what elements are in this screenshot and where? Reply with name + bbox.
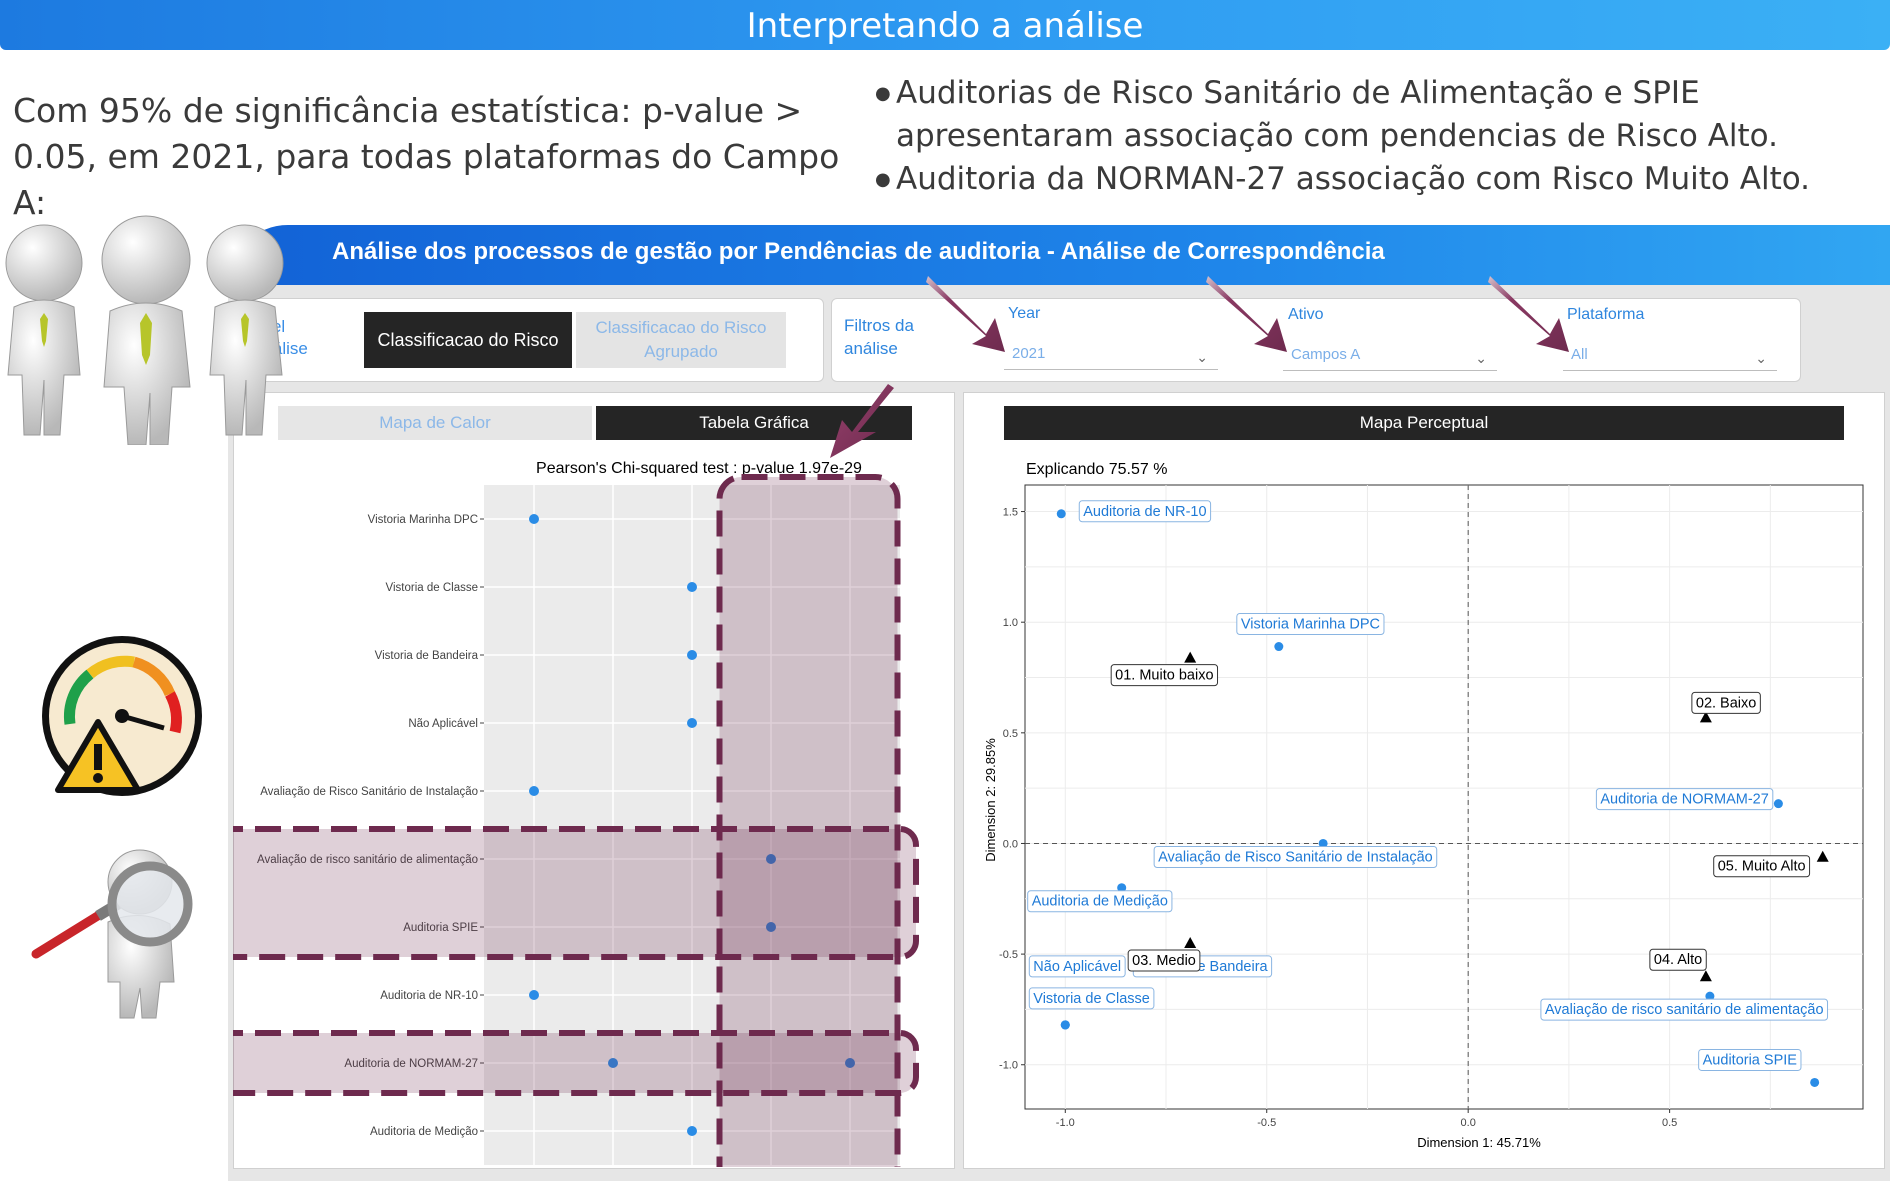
y-tick-label: -0.5	[999, 949, 1018, 961]
row-point	[1274, 642, 1284, 652]
row-point-label: Auditoria de NORMAM-27	[1600, 792, 1768, 808]
magnifier-person-illustration	[31, 849, 193, 1019]
highlight-row-box	[233, 826, 919, 960]
column-point-label: 05. Muito Alto	[1718, 859, 1806, 875]
platform-filter-label: Plataforma	[1567, 306, 1645, 323]
significance-text: Com 95% de significância estatística: p-…	[13, 91, 840, 222]
data-point	[529, 514, 539, 524]
year-filter-label: Year	[1008, 305, 1041, 322]
chevron-down-icon: ⌄	[1196, 349, 1208, 365]
platform-select-value: All	[1571, 346, 1588, 363]
row-point-label: Vistoria Marinha DPC	[1241, 617, 1380, 633]
tab-heatmap[interactable]: Mapa de Calor	[278, 406, 592, 440]
x-axis-label: Dimension 1: 45.71%	[1417, 1135, 1541, 1150]
year-select[interactable]: 2021 ⌄	[1004, 338, 1218, 370]
dashboard-title: Análise dos processos de gestão por Pend…	[332, 238, 1385, 265]
data-point	[687, 718, 697, 728]
conclusion-item: Auditorias de Risco Sanitário de Aliment…	[870, 72, 1880, 158]
top-banner: Interpretando a análise	[0, 0, 1890, 50]
x-tick-label: -0.5	[1257, 1117, 1276, 1129]
year-select-value: 2021	[1012, 345, 1046, 362]
x-tick-label: 0.0	[1461, 1117, 1476, 1129]
row-point-label: Avaliação de risco sanitário de alimenta…	[1545, 1002, 1824, 1018]
row-point	[1060, 1020, 1070, 1030]
platform-select[interactable]: All ⌄	[1563, 339, 1777, 371]
y-tick-label: Vistoria de Bandeira	[375, 650, 479, 662]
chevron-down-icon: ⌄	[1475, 350, 1487, 366]
highlight-row-box	[233, 1030, 919, 1096]
asset-filter-label: Ativo	[1288, 306, 1324, 323]
row-point-label: Avaliação de Risco Sanitário de Instalaç…	[1158, 849, 1433, 865]
perceptual-map-title: Mapa Perceptual	[1004, 406, 1844, 440]
conclusion-item: Auditoria da NORMAN-27 associação com Ri…	[870, 158, 1880, 201]
column-point-label: 03. Medio	[1132, 953, 1196, 969]
row-point-label: Não Aplicável	[1033, 959, 1121, 975]
perceptual-map-chart: Explicando 75.57 % -1.0 -0.5 0.0 0.5 -1.0 -0.…	[983, 461, 1864, 1150]
column-point-label: 01. Muito baixo	[1115, 668, 1213, 684]
row-point	[1056, 509, 1066, 519]
risk-grouped-button[interactable]: Classificacao do Risco Agrupado	[576, 312, 786, 368]
y-tick-label: 1.0	[1003, 617, 1018, 629]
x-tick-label: 0.5	[1662, 1117, 1677, 1129]
row-point-label: Vistoria de Classe	[1033, 991, 1150, 1007]
data-point	[687, 582, 697, 592]
data-point	[529, 786, 539, 796]
dot-chart: Pearson's Chi-squared test : p-value 1.9…	[233, 460, 919, 1167]
row-point	[1773, 799, 1783, 809]
dot-chart-title: Pearson's Chi-squared test : p-value 1.9…	[536, 460, 862, 477]
dashboard-header: Análise dos processos de gestão por Pend…	[228, 225, 1890, 285]
column-point-label: 04. Alto	[1654, 952, 1702, 968]
data-point	[529, 990, 539, 1000]
banner-title: Interpretando a análise	[746, 6, 1144, 46]
y-tick-label: Vistoria de Classe	[386, 582, 478, 594]
y-tick-label: 0.5	[1003, 728, 1018, 740]
y-tick-label: Auditoria de NR-10	[380, 990, 478, 1002]
y-tick-label: Vistoria Marinha DPC	[368, 514, 478, 526]
column-point-label: 02. Baixo	[1696, 695, 1756, 711]
conclusion-list: Auditorias de Risco Sanitário de Aliment…	[870, 72, 1880, 201]
y-axis-label: Dimension 2: 29.85%	[983, 738, 998, 862]
tab-graphic-table[interactable]: Tabela Gráfica	[596, 406, 912, 440]
asset-select[interactable]: Campos A ⌄	[1283, 339, 1497, 371]
y-tick-label: 1.5	[1003, 507, 1018, 519]
y-tick-label: -1.0	[999, 1060, 1018, 1072]
chevron-down-icon: ⌄	[1755, 350, 1767, 366]
y-tick-label: Não Aplicável	[408, 718, 478, 730]
row-point-label: Auditoria de Medição	[1032, 894, 1168, 910]
row-point	[1810, 1077, 1820, 1087]
thinking-people-illustration	[5, 215, 284, 445]
data-point	[687, 650, 697, 660]
y-tick-label: Auditoria de Medição	[370, 1126, 478, 1138]
row-point-label: Auditoria SPIE	[1703, 1052, 1798, 1068]
filters-label: Filtros da análise	[844, 316, 914, 358]
asset-select-value: Campos A	[1291, 346, 1361, 363]
perceptual-map-subtitle: Explicando 75.57 %	[1026, 461, 1167, 478]
row-point-label: Auditoria de NR-10	[1083, 504, 1206, 520]
x-tick-label: -1.0	[1056, 1117, 1075, 1129]
risk-gauge-warning-icon	[42, 636, 202, 796]
y-tick-label: Avaliação de Risco Sanitário de Instalaç…	[260, 786, 478, 798]
data-point	[687, 1126, 697, 1136]
risk-classification-button[interactable]: Classificacao do Risco	[364, 312, 572, 368]
y-tick-label: 0.0	[1003, 838, 1018, 850]
